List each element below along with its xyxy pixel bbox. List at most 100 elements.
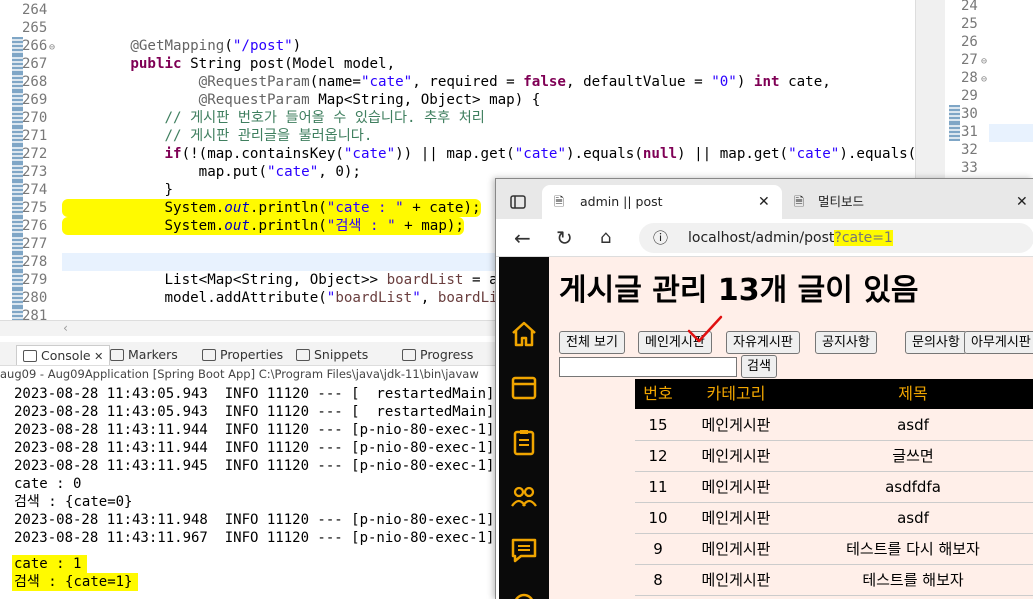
category-button[interactable]: 아무게시판 xyxy=(964,331,1033,354)
message-icon[interactable] xyxy=(509,535,539,565)
code-line: System.out.println("cate : " + cate); xyxy=(62,199,481,217)
line-number: 29 xyxy=(945,87,1033,105)
tab-label: Progress xyxy=(420,347,474,362)
category-button[interactable]: 문의사항 xyxy=(905,331,967,354)
scroll-left-icon[interactable]: ‹ xyxy=(62,321,69,335)
header-number: 번호 xyxy=(643,384,673,403)
line-number-text: 27 xyxy=(961,52,978,68)
line-number-text: 28 xyxy=(961,70,978,86)
home-icon[interactable]: ⌂ xyxy=(600,225,611,251)
line-number: 280 xyxy=(0,289,62,307)
tab-label: Console xyxy=(41,348,91,363)
table-row[interactable]: 9 메인게시판 테스트를 다시 해보자 xyxy=(635,534,1033,565)
category-button[interactable]: 공지사항 xyxy=(815,331,877,354)
category-button[interactable]: 자유게시판 xyxy=(726,331,800,354)
line-number-text: 271 xyxy=(22,128,48,144)
code-line: if(!(map.containsKey("cate")) || map.get… xyxy=(164,146,916,162)
category-button[interactable]: 전체 보기 xyxy=(559,331,625,354)
line-number: 275 xyxy=(0,199,62,217)
snippets-icon xyxy=(296,349,310,361)
tab-progress[interactable]: Progress xyxy=(402,345,473,365)
table-row[interactable]: 15 메인게시판 asdf xyxy=(635,410,1033,441)
line-number-text: 270 xyxy=(22,110,48,126)
post-number: 15 xyxy=(648,416,668,434)
post-title[interactable]: asdfdfa xyxy=(791,472,1033,503)
console-line: 2023-08-28 11:43:11.948 INFO 11120 --- [… xyxy=(14,512,495,528)
post-title[interactable]: 테스트를 해보자 xyxy=(791,565,1033,596)
page-icon: 🗎 xyxy=(794,194,805,209)
post-number: 11 xyxy=(648,478,668,496)
line-number-text: 273 xyxy=(22,164,48,180)
table-row[interactable]: 8 메인게시판 테스트를 해보자 xyxy=(635,565,1033,596)
line-number-text: 272 xyxy=(22,146,48,162)
line-number-text: 275 xyxy=(22,200,48,216)
close-tab-icon[interactable]: ✕ xyxy=(91,350,103,363)
post-number: 9 xyxy=(653,540,663,558)
line-number: 26 xyxy=(945,33,1033,51)
console-line: 검색 : {cate=1} xyxy=(12,573,139,591)
tab-label: Markers xyxy=(128,347,178,362)
line-number-text: 280 xyxy=(22,290,48,306)
console-line: 검색 : {cate=0} xyxy=(14,494,133,510)
table-row[interactable]: 11 메인게시판 asdfdfa xyxy=(635,472,1033,503)
board-icon[interactable] xyxy=(509,373,539,403)
sidebar xyxy=(499,257,549,599)
reload-icon[interactable]: ↻ xyxy=(556,225,573,251)
line-number: 271 xyxy=(0,127,62,145)
line-number-text: 276 xyxy=(22,218,48,234)
console-line: cate : 1 xyxy=(12,555,88,573)
line-number: 279 xyxy=(0,271,62,289)
code-line: map.put("cate", 0); xyxy=(62,164,361,180)
clipboard-icon[interactable] xyxy=(509,427,539,457)
secondary-editor[interactable]: 24 25 26 27 ⊖ 28 ⊖ 29 30 31 32 33 xyxy=(945,0,1033,200)
back-icon[interactable]: ← xyxy=(514,225,531,251)
tab-admin-post[interactable]: 🗎 admin || post ✕ xyxy=(542,185,782,219)
line-number: 281 xyxy=(0,307,62,320)
close-tab-icon[interactable]: ✕ xyxy=(758,185,770,219)
post-category: 메인게시판 xyxy=(701,540,771,558)
home-icon[interactable] xyxy=(509,319,539,349)
post-title[interactable]: 글쓰면 xyxy=(791,441,1033,472)
search-input[interactable] xyxy=(559,357,737,377)
post-category: 메인게시판 xyxy=(701,416,771,434)
web-page: 게시글 관리 13개 글이 있음 전체 보기 메인게시판 자유게시판 공지사항 문의사항… xyxy=(496,257,1033,599)
post-title[interactable]: 테스트를 다시 해보자 xyxy=(791,534,1033,565)
users-icon[interactable] xyxy=(509,481,539,511)
line-number-text: 32 xyxy=(961,142,978,158)
console-output[interactable]: 2023-08-28 11:43:05.943 INFO 11120 --- [… xyxy=(0,383,495,599)
tab-markers[interactable]: Markers xyxy=(110,345,178,365)
address-bar-row: ← ↻ ⌂ ⓘ localhost/admin/post?cate=1 xyxy=(496,219,1033,257)
console-launch-path: aug09 - Aug09Application [Spring Boot Ap… xyxy=(0,366,495,383)
more-icon[interactable] xyxy=(509,589,539,599)
tab-snippets[interactable]: Snippets xyxy=(296,345,368,365)
tab-actions-icon[interactable] xyxy=(504,185,534,219)
post-title[interactable]: asdf xyxy=(791,410,1033,441)
table-row[interactable]: 10 메인게시판 asdf xyxy=(635,503,1033,534)
table-row[interactable]: 12 메인게시판 글쓰면 xyxy=(635,441,1033,472)
close-tab-icon[interactable]: ✕ xyxy=(1016,185,1028,219)
header-category: 카테고리 xyxy=(706,384,766,403)
line-number: 273 xyxy=(0,163,62,181)
console-icon xyxy=(23,350,37,362)
url-base: localhost/admin/post xyxy=(688,230,835,246)
tab-multiboard[interactable]: 🗎 멀티보드 ✕ xyxy=(788,185,1028,219)
post-title[interactable]: asdf xyxy=(791,503,1033,534)
code-line: System.out.println("검색 : " + map); xyxy=(62,217,464,235)
code-line: List<Map<String, Object>> boardList = ad… xyxy=(62,272,531,288)
url-field[interactable]: ⓘ localhost/admin/post?cate=1 xyxy=(639,223,1033,253)
tab-properties[interactable]: Properties xyxy=(202,345,283,365)
tab-console[interactable]: Console ✕ xyxy=(16,345,111,365)
code-line: @RequestParam Map<String, Object> map) { xyxy=(198,92,541,108)
code-line: @GetMapping("/post") xyxy=(130,38,302,54)
line-number: 32 xyxy=(945,141,1033,159)
site-info-icon[interactable]: ⓘ xyxy=(653,223,668,253)
page-icon: 🗎 xyxy=(554,194,565,209)
line-number: 265 xyxy=(0,19,62,37)
post-number: 8 xyxy=(653,571,663,589)
line-number-text: 29 xyxy=(961,88,978,104)
line-number-text: 30 xyxy=(961,106,978,122)
code-line: @RequestParam(name="cate", required = fa… xyxy=(198,74,831,90)
search-button[interactable]: 검색 xyxy=(741,355,777,378)
line-number: 272 xyxy=(0,145,62,163)
post-number: 12 xyxy=(648,447,668,465)
